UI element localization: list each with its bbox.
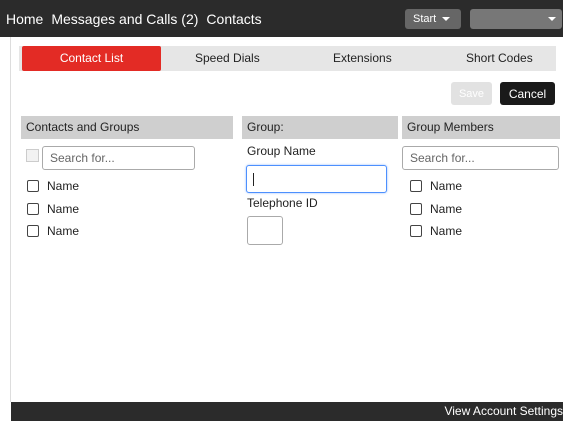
telephone-id-input[interactable] (247, 216, 283, 245)
member-name: Name (430, 202, 463, 216)
top-bar: Home Messages and Calls (2) Contacts Sta… (0, 0, 563, 37)
list-item[interactable]: Name (27, 178, 79, 194)
telephone-id-label: Telephone ID (247, 196, 318, 210)
tab-contact-list[interactable]: Contact List (22, 46, 161, 71)
checkbox[interactable] (27, 203, 39, 215)
footer-bar: View Account Settings (11, 402, 563, 421)
chevron-down-icon (548, 17, 556, 21)
top-nav: Home Messages and Calls (2) Contacts (6, 0, 262, 37)
group-members-header: Group Members (402, 116, 560, 139)
checkbox[interactable] (410, 203, 422, 215)
contacts-search-input[interactable] (42, 146, 195, 170)
group-name-label: Group Name (247, 144, 316, 158)
list-item[interactable]: Name (410, 201, 462, 217)
contacts-and-groups-header: Contacts and Groups (21, 116, 233, 139)
checkbox[interactable] (410, 180, 422, 192)
user-dropdown[interactable] (470, 9, 562, 29)
select-all-checkbox (26, 149, 39, 162)
member-name: Name (430, 179, 463, 193)
left-divider (10, 37, 11, 402)
group-name-input[interactable] (246, 165, 387, 193)
chevron-down-icon (442, 17, 451, 21)
contact-name: Name (47, 224, 80, 238)
tab-short-codes[interactable]: Short Codes (466, 46, 533, 71)
view-account-settings-link[interactable]: View Account Settings (444, 402, 563, 421)
list-item[interactable]: Name (410, 223, 462, 239)
checkbox[interactable] (410, 225, 422, 237)
tab-extensions[interactable]: Extensions (333, 46, 392, 71)
contact-name: Name (47, 179, 80, 193)
start-dropdown[interactable]: Start (405, 9, 461, 29)
members-search-input[interactable] (402, 146, 559, 170)
contact-name: Name (47, 202, 80, 216)
cancel-button[interactable]: Cancel (500, 82, 555, 105)
list-item[interactable]: Name (27, 201, 79, 217)
text-cursor (253, 173, 254, 186)
list-item[interactable]: Name (410, 178, 462, 194)
nav-messages-and-calls[interactable]: Messages and Calls (2) (51, 11, 198, 27)
start-dropdown-label: Start (413, 13, 437, 25)
group-header: Group: (242, 116, 398, 139)
save-button[interactable]: Save (451, 82, 492, 105)
list-item[interactable]: Name (27, 223, 79, 239)
member-name: Name (430, 224, 463, 238)
nav-home[interactable]: Home (6, 11, 43, 27)
checkbox[interactable] (27, 180, 39, 192)
nav-contacts[interactable]: Contacts (206, 11, 261, 27)
tab-bar: Contact List Speed Dials Extensions Shor… (19, 46, 556, 71)
checkbox[interactable] (27, 225, 39, 237)
tab-speed-dials[interactable]: Speed Dials (195, 46, 260, 71)
